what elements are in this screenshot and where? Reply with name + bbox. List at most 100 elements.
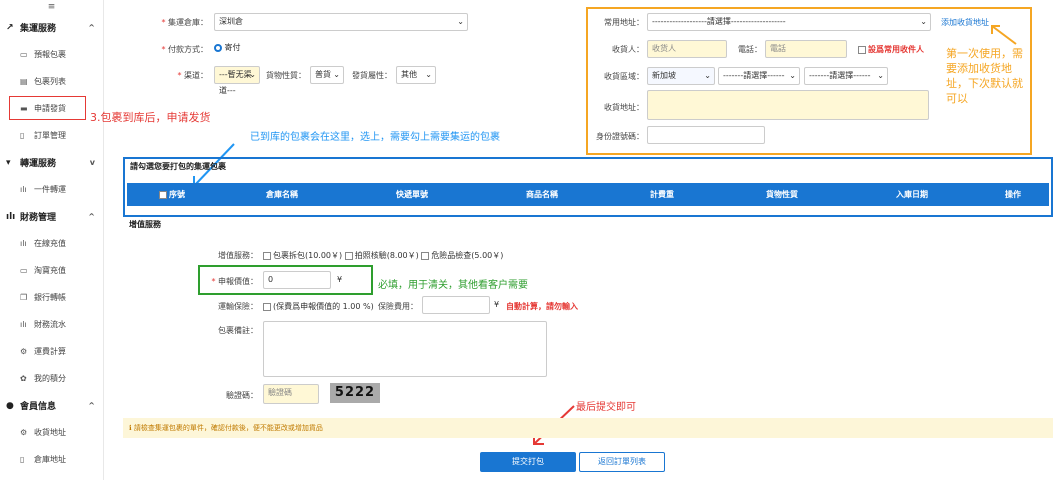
select-value: ---暫无渠道--- — [219, 70, 252, 95]
sidebar-group-finance[interactable]: ılı 財務管理 ^ — [0, 203, 103, 230]
goods-nature-select[interactable]: 普貨 ⌄ — [310, 66, 344, 84]
sidebar-item-label: 我的積分 — [34, 374, 66, 383]
checkbox-icon — [421, 251, 430, 260]
remark-textarea[interactable] — [263, 321, 547, 377]
chevron-up-icon: ^ — [88, 212, 95, 221]
select-value: 其他 — [401, 70, 417, 79]
gears-icon: ⚙ — [20, 347, 28, 356]
ship-attr-label: 發貨屬性： — [352, 71, 392, 80]
label-text: 付款方式： — [168, 45, 208, 54]
select-value: 新加坡 — [652, 71, 676, 80]
declared-label: * 申報價值： — [211, 277, 258, 286]
captcha-input[interactable]: 驗證碼 — [263, 384, 319, 404]
sidebar-item-label: 包裹列表 — [34, 77, 66, 86]
radio-label: 寄付 — [224, 43, 241, 52]
user-icon: ● — [6, 400, 14, 411]
receiver-label: 收貨人： — [612, 45, 644, 54]
bar-chart-icon: ılı — [20, 239, 27, 248]
ship-attr-select[interactable]: 其他 ⌄ — [396, 66, 436, 84]
select-value: -------請選擇------ — [723, 71, 785, 80]
warehouse-label: * 集運倉庫： — [161, 18, 208, 27]
add-address-link[interactable]: 添加收貨地址 — [941, 17, 989, 28]
chevron-down-icon: v — [89, 158, 95, 167]
channel-select[interactable]: ---暫无渠道--- ⌄ — [214, 66, 260, 95]
remark-label: 包裹備註： — [218, 326, 258, 335]
chevron-down-icon: ⌄ — [704, 71, 711, 80]
region-country-select[interactable]: 新加坡 ⌄ — [647, 67, 715, 85]
sidebar-item-recharge[interactable]: ılı 在線充值 — [0, 230, 103, 257]
region-label: 收貨區域： — [604, 72, 644, 81]
id-input[interactable] — [647, 126, 765, 144]
list-icon: ▤ — [20, 77, 28, 86]
checkbox-label: 拍照核驗(8.00￥) — [354, 251, 419, 260]
auto-calc-note: 自動計算，請勿輸入 — [506, 302, 578, 311]
package-icon: ▭ — [20, 50, 28, 59]
notice-bar: ℹ 請檢查集運包裹的單件，確認付款後，便不能更改或增加貨品 — [123, 418, 1053, 438]
col-index[interactable]: 序號 — [127, 189, 217, 200]
sidebar-item-orders[interactable]: ▯ 訂單管理 — [0, 122, 103, 149]
annotation-first-use: 第一次使用，需要添加收货地址，下次默认就可以 — [946, 47, 1023, 105]
submit-button[interactable]: 提交打包 — [480, 452, 576, 472]
region-province-select[interactable]: -------請選擇------ ⌄ — [718, 67, 800, 85]
column-header: 商品名稱 — [526, 190, 558, 199]
checkbox-label: (保費爲申報價值的 1.00 %) — [273, 302, 374, 311]
checkbox-icon — [344, 251, 353, 260]
phone-input[interactable]: 電話 — [765, 40, 847, 58]
insurance-checkbox[interactable]: (保費爲申報價值的 1.00 %) — [263, 301, 374, 312]
common-address-select[interactable]: -------------------請選擇------------------… — [647, 13, 931, 31]
service-checkbox[interactable]: 包裹拆包(10.00￥) — [263, 251, 342, 260]
checkbox-icon — [263, 302, 271, 311]
sidebar-item-forecast[interactable]: ▭ 預報包裹 — [0, 41, 103, 68]
notice-text: 請檢查集運包裹的單件，確認付款後，便不能更改或增加貨品 — [133, 424, 323, 432]
phone-label: 電話： — [738, 45, 762, 54]
sidebar-item-label: 財務流水 — [34, 320, 66, 329]
column-header: 序號 — [169, 190, 185, 199]
sidebar-item-flow[interactable]: ılı 財務流水 — [0, 311, 103, 338]
set-common-checkbox[interactable]: 設爲常用收件人 — [858, 44, 924, 55]
column-header: 計費重 — [650, 190, 674, 199]
sidebar-group-transfer[interactable]: ▾ 轉運服務 v — [0, 149, 103, 176]
goods-nature-label: 貨物性質： — [266, 71, 306, 80]
gears-icon: ⚙ — [20, 428, 28, 437]
sidebar-item-apply-ship[interactable]: ▬ 申請發貨 — [9, 96, 86, 120]
sidebar-group-label: 轉運服務 — [20, 159, 57, 169]
sidebar-item-label: 訂單管理 — [34, 131, 66, 140]
receiver-input[interactable]: 收货人 — [647, 40, 727, 58]
sidebar-item-label: 淘寶充值 — [34, 266, 66, 275]
insurance-fee-input[interactable] — [422, 296, 490, 314]
select-value: 深圳倉 — [219, 17, 243, 26]
sidebar-item-package-list[interactable]: ▤ 包裹列表 — [0, 68, 103, 95]
back-button[interactable]: 返回訂單列表 — [579, 452, 665, 472]
hamburger-icon[interactable]: ≡ — [0, 0, 103, 14]
sidebar-group-consolidation[interactable]: ↗ 集運服務 ^ — [0, 14, 103, 41]
insurance-fee-label: 保險費用： — [378, 302, 418, 311]
sidebar-item-taobao[interactable]: ▭ 淘寶充值 — [0, 257, 103, 284]
payment-radio[interactable]: 寄付 — [214, 42, 241, 53]
sidebar-item-one-transfer[interactable]: ılı 一件轉運 — [0, 176, 103, 203]
sidebar-item-label: 申請發貨 — [34, 103, 66, 113]
section-title: 增值服務 — [129, 220, 161, 229]
warehouse-select[interactable]: 深圳倉 ⌄ — [214, 13, 468, 31]
sidebar-item-points[interactable]: ✿ 我的積分 — [0, 365, 103, 392]
label-text: 集運倉庫： — [168, 18, 208, 27]
id-label: 身份證號碼： — [596, 132, 644, 141]
sidebar-item-label: 倉庫地址 — [34, 455, 66, 464]
sidebar-item-bank[interactable]: ❐ 銀行轉帳 — [0, 284, 103, 311]
checkbox-label: 危險品檢查(5.00￥) — [431, 251, 504, 260]
phone-icon: ▯ — [20, 455, 25, 464]
address-textarea[interactable] — [647, 90, 929, 120]
declared-input[interactable]: 0 — [263, 271, 331, 289]
sidebar-group-member[interactable]: ● 會員信息 ^ — [0, 392, 103, 419]
sidebar-item-calc[interactable]: ⚙ 運費計算 — [0, 338, 103, 365]
sidebar-item-warehouse[interactable]: ▯ 倉庫地址 — [0, 446, 103, 473]
chevron-down-icon: ⌄ — [877, 71, 884, 80]
captcha-image[interactable]: 5222 — [330, 383, 380, 403]
region-city-select[interactable]: -------請選擇------ ⌄ — [804, 67, 888, 85]
chevron-down-icon: ⌄ — [789, 71, 796, 80]
bar-chart-icon: ılı — [20, 185, 27, 194]
service-checkbox[interactable]: 拍照核驗(8.00￥) — [344, 251, 419, 260]
service-checkbox[interactable]: 危險品檢查(5.00￥) — [421, 251, 503, 260]
checkbox-icon — [159, 190, 167, 199]
sidebar-item-address[interactable]: ⚙ 收貨地址 — [0, 419, 103, 446]
sidebar-item-label: 銀行轉帳 — [34, 293, 66, 302]
